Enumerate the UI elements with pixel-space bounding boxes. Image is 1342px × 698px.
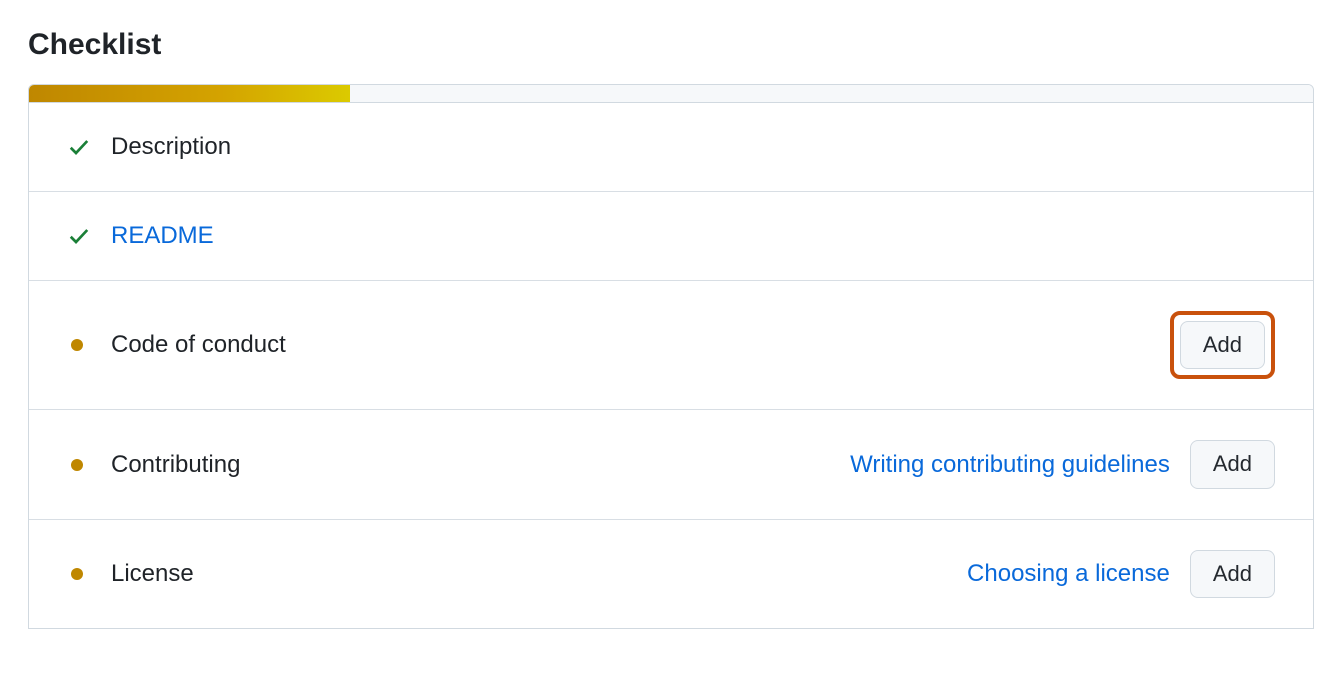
page-title: Checklist [28,28,1314,62]
pending-dot-icon [67,459,95,471]
checklist-item-description: Description [29,103,1313,192]
item-label: Description [111,133,1275,161]
checklist-item-license: License Choosing a license Add [29,520,1313,628]
checklist-card: Description README Code of conduct Add C… [28,84,1314,629]
pending-dot-icon [67,568,95,580]
hint-link[interactable]: Choosing a license [967,560,1170,588]
item-label: License [111,560,967,588]
add-button[interactable]: Add [1190,440,1275,488]
check-icon [67,224,95,248]
item-label: Contributing [111,451,850,479]
checklist-item-readme: README [29,192,1313,281]
add-button[interactable]: Add [1190,550,1275,598]
highlight-frame: Add [1170,311,1275,379]
checklist-item-code-of-conduct: Code of conduct Add [29,281,1313,410]
check-icon [67,135,95,159]
add-button[interactable]: Add [1180,321,1265,369]
progress-bar [29,85,1313,103]
pending-dot-icon [67,339,95,351]
progress-fill [29,85,350,102]
item-label-link[interactable]: README [111,222,1275,250]
item-label: Code of conduct [111,331,1170,359]
hint-link[interactable]: Writing contributing guidelines [850,451,1170,479]
checklist-item-contributing: Contributing Writing contributing guidel… [29,410,1313,519]
